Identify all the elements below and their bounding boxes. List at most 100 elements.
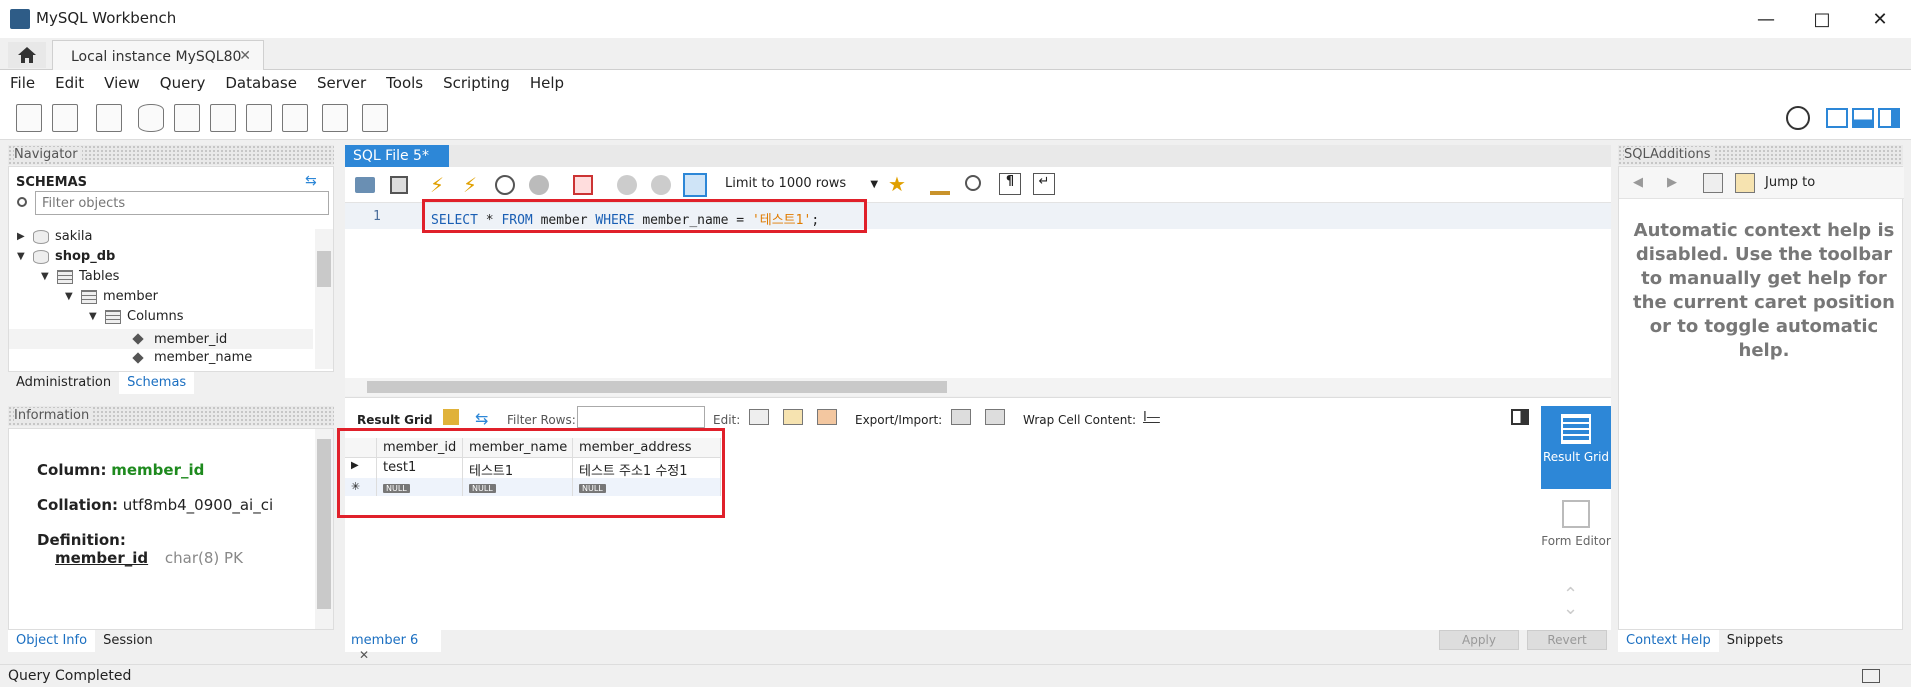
menu-tools[interactable]: Tools [376, 70, 433, 96]
execute-icon[interactable]: ⚡ [430, 173, 444, 197]
scroll-thumb[interactable] [367, 381, 947, 393]
tree-item-member[interactable]: ▼ member [65, 289, 158, 304]
autocommit-icon[interactable] [683, 173, 707, 197]
jump-to-select[interactable]: Jump to [1765, 175, 1815, 190]
grid-cell[interactable]: 테스트1 [463, 458, 573, 479]
column-header[interactable]: member_id [377, 438, 463, 457]
new-sql-tab-icon[interactable] [16, 104, 42, 132]
search-table-data-icon[interactable] [322, 104, 348, 132]
create-schema-icon[interactable] [138, 104, 164, 132]
open-file-icon[interactable] [355, 177, 375, 193]
output-toggle-icon[interactable] [1862, 669, 1880, 683]
export-icon[interactable] [951, 409, 971, 425]
preferences-icon[interactable] [1786, 106, 1810, 130]
horizontal-scrollbar[interactable] [345, 378, 1611, 396]
tree-scrollbar[interactable] [315, 229, 333, 369]
connection-tab[interactable]: Local instance MySQL80 ✕ [52, 40, 264, 70]
menu-server[interactable]: Server [307, 70, 376, 96]
create-view-icon[interactable] [210, 104, 236, 132]
menu-database[interactable]: Database [215, 70, 307, 96]
grid-cell[interactable]: 테스트 주소1 수정1 [573, 458, 721, 479]
refresh-icon[interactable]: ⇆ [305, 173, 317, 189]
tab-administration[interactable]: Administration [8, 372, 119, 394]
wrap-cell-icon[interactable]: I― [1143, 410, 1160, 425]
create-table-icon[interactable] [174, 104, 200, 132]
close-tab-icon[interactable]: ✕ [359, 648, 369, 662]
stop-icon[interactable] [529, 175, 549, 195]
auto-help-icon[interactable] [1735, 173, 1755, 193]
revert-button[interactable]: Revert [1527, 630, 1607, 650]
execute-current-icon[interactable]: ⚡ [463, 173, 477, 197]
beautify-icon[interactable] [930, 175, 950, 195]
toggle-panel-icon[interactable] [1511, 409, 1529, 425]
add-row-icon[interactable] [783, 409, 803, 425]
menu-view[interactable]: View [94, 70, 150, 96]
info-scrollbar[interactable] [315, 429, 333, 629]
tab-snippets[interactable]: Snippets [1719, 630, 1791, 652]
result-grid-side-button[interactable]: Result Grid [1541, 406, 1611, 489]
toggle-secondary-sidebar-icon[interactable] [1878, 108, 1900, 128]
menu-scripting[interactable]: Scripting [433, 70, 520, 96]
refresh-icon[interactable]: ⇆ [475, 409, 493, 428]
create-function-icon[interactable] [282, 104, 308, 132]
tree-item-tables[interactable]: ▼ Tables [41, 269, 119, 284]
add-bookmark-icon[interactable]: ★ [888, 172, 906, 196]
menu-help[interactable]: Help [520, 70, 574, 96]
menu-query[interactable]: Query [150, 70, 216, 96]
tree-item-member-name[interactable]: member_name [131, 350, 252, 365]
toggle-errors-icon[interactable] [573, 175, 593, 195]
tree-item-shop-db[interactable]: ▼ shop_db [17, 249, 115, 264]
inspector-icon[interactable] [96, 104, 122, 132]
tree-item-sakila[interactable]: ▶ sakila [17, 229, 92, 244]
filter-objects-input[interactable] [35, 191, 329, 215]
rollback-icon[interactable] [651, 175, 671, 195]
minimize-button[interactable]: — [1738, 0, 1794, 38]
wrap-lines-icon[interactable]: ↵ [1033, 173, 1055, 195]
sql-query-text[interactable]: SELECT * FROM member WHERE member_name =… [431, 209, 819, 228]
maximize-button[interactable]: □ [1794, 0, 1850, 38]
tab-sql-file[interactable]: SQL File 5* ✕ [345, 145, 449, 179]
grid-view-icon[interactable] [443, 409, 459, 425]
limit-rows-select[interactable]: Limit to 1000 rows ▼ [725, 176, 878, 191]
open-sql-script-icon[interactable] [52, 104, 78, 132]
tab-schemas[interactable]: Schemas [119, 372, 195, 394]
scroll-thumb[interactable] [317, 251, 331, 287]
menu-edit[interactable]: Edit [45, 70, 94, 96]
tab-object-info[interactable]: Object Info [8, 630, 96, 652]
menu-file[interactable]: File [0, 70, 45, 96]
apply-button[interactable]: Apply [1439, 630, 1519, 650]
table-row[interactable]: ▶ test1 테스트1 테스트 주소1 수정1 [345, 458, 721, 479]
filter-rows-input[interactable] [577, 406, 705, 428]
toggle-output-icon[interactable] [1852, 108, 1874, 128]
toggle-sidebar-icon[interactable] [1826, 108, 1848, 128]
forward-icon[interactable]: ▶ [1667, 175, 1677, 190]
edit-row-icon[interactable] [749, 409, 769, 425]
delete-row-icon[interactable] [817, 409, 837, 425]
grid-cell[interactable]: NULL [377, 478, 463, 496]
tab-session[interactable]: Session [95, 630, 161, 652]
grid-cell[interactable]: NULL [463, 478, 573, 496]
new-row[interactable]: ✳ NULL NULL NULL [345, 478, 721, 496]
scroll-side-icon[interactable]: ⌃ ⌄ [1563, 586, 1578, 618]
grid-cell[interactable]: NULL [573, 478, 721, 496]
explain-icon[interactable] [495, 175, 515, 195]
grid-cell[interactable]: test1 [377, 458, 463, 478]
back-icon[interactable]: ◀ [1633, 175, 1643, 190]
column-header[interactable]: member_address [573, 438, 721, 457]
invisible-chars-icon[interactable]: ¶ [999, 173, 1021, 195]
import-icon[interactable] [985, 409, 1005, 425]
close-window-button[interactable]: ✕ [1852, 0, 1908, 38]
tree-item-member-id[interactable]: member_id [9, 329, 313, 349]
tab-result-member[interactable]: member 6 ✕ [345, 630, 441, 662]
reconnect-icon[interactable] [362, 104, 388, 132]
tab-context-help[interactable]: Context Help [1618, 630, 1719, 652]
find-icon[interactable] [965, 175, 981, 191]
close-tab-icon[interactable]: ✕ [239, 48, 251, 64]
column-header[interactable]: member_name [463, 438, 573, 457]
scroll-thumb[interactable] [317, 439, 331, 609]
tree-item-columns[interactable]: ▼ Columns [89, 309, 184, 324]
manual-help-icon[interactable] [1703, 173, 1723, 193]
form-editor-side-button[interactable]: Form Editor [1541, 496, 1611, 571]
sql-editor[interactable]: 1 SELECT * FROM member WHERE member_name… [345, 199, 1611, 396]
home-icon[interactable] [8, 42, 46, 68]
